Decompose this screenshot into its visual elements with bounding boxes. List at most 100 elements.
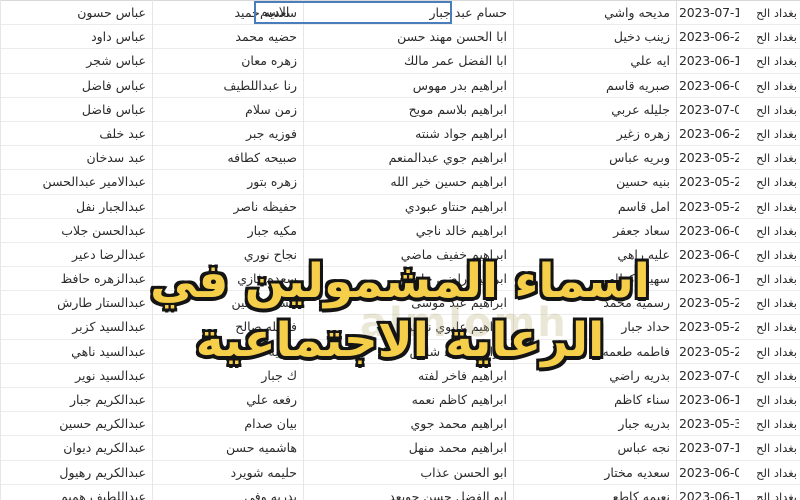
table-cell[interactable]: بغداد الح [739,146,800,171]
table-cell[interactable]: 2023-06-22 [677,122,739,147]
table-cell[interactable]: ابا الحسن مهند حسن [304,25,513,50]
column-name-main[interactable]: حسام عبد جبار ابا الحسن مهند حسن ابا الفضل… [303,0,513,500]
table-cell[interactable]: رنا عبداللطيف [153,74,303,98]
table-cell[interactable]: بغداد الح [739,388,800,413]
table-cell[interactable]: ابراهيم بدر مهوس [304,74,513,98]
table-cell[interactable]: بغداد الح [739,170,800,195]
spreadsheet-grid[interactable]: عباس حسون عباس داود عباس شجر عباس فاضل عباس … [0,0,800,500]
table-cell[interactable]: 2023-06-19 [677,388,739,413]
table-cell[interactable]: عبدالرضا دعير [1,243,152,268]
table-cell[interactable]: سعاد جعفر [514,219,676,243]
table-cell[interactable]: بدريه وفي [153,485,303,500]
table-cell[interactable]: ك جبار [153,364,303,388]
table-cell[interactable]: 2023-05-22 [677,195,739,219]
table-cell[interactable]: ابراهيم كاظم نعمه [304,388,513,413]
table-cell[interactable]: 2023-05-22 [677,340,739,364]
table-cell[interactable]: فضيله صالح [153,315,303,340]
table-cell[interactable]: عباس شجر [1,49,152,74]
column-mother-name[interactable]: اسم الام مديحه واشيزينب دخيلايه عليصبريه… [513,0,676,500]
table-cell[interactable]: بيان صدام [153,412,303,437]
table-cell[interactable]: بغداد الح [739,219,800,243]
table-cell[interactable]: عباس حسون [1,1,152,26]
table-cell[interactable]: نجاح نوري [153,243,303,268]
table-cell[interactable]: زهره بتور [153,170,303,195]
table-cell[interactable]: بغداد الح [739,195,800,219]
table-cell[interactable]: 2023-05-23 [677,291,739,316]
table-cell[interactable]: عبدالكريم رهيول [1,461,152,485]
table-cell[interactable]: زهره زغير [514,122,676,147]
table-cell[interactable]: حوليه ضهد [153,340,303,364]
table-cell[interactable]: 2023-07-12 [677,1,739,26]
table-cell[interactable]: بغداد الح [739,291,800,316]
table-cell[interactable]: فوزيه جبر [153,122,303,147]
table-cell[interactable]: عبدالستار طارش [1,291,152,316]
table-cell[interactable]: امل قاسم [514,195,676,219]
table-cell[interactable]: عبد خلف [1,122,152,147]
table-cell[interactable]: عبداللطيف هميم [1,485,152,500]
table-cell[interactable]: عبدالكريم حسين [1,412,152,437]
table-cell[interactable]: بنيه حسين [514,170,676,195]
table-cell[interactable]: 2023-06-20 [677,25,739,50]
table-cell[interactable]: عبدالزهره حافظ [1,267,152,292]
table-cell[interactable]: عباس فاضل [1,74,152,98]
table-cell[interactable]: مكيه جبار [153,219,303,243]
table-cell[interactable]: رفعه علي [153,388,303,413]
table-cell[interactable]: عبدالحسن جلاب [1,219,152,243]
table-cell[interactable]: بغداد الح [739,243,800,268]
table-cell[interactable]: بغداد الح [739,436,800,461]
table-cell[interactable]: عبد سدخان [1,146,152,171]
table-cell[interactable]: ابراهيم جواد شنته [304,122,513,147]
table-cell[interactable]: ابا الفضل عمر مالك [304,49,513,74]
table-cell[interactable]: بغداد الح [739,412,800,437]
column-department[interactable]: القسم بغداد الحبغداد الحبغداد الحبغداد ا… [739,0,800,500]
table-cell[interactable]: ابراهيم حسين خير الله [304,170,513,195]
table-cell[interactable]: عباس داود [1,25,152,50]
table-cell[interactable]: حضيه محمد [153,25,303,50]
table-cell[interactable]: عبدالسيد ناهي [1,340,152,364]
table-cell[interactable]: هاشميه حسن [153,436,303,461]
table-cell[interactable]: بدريه راضي [514,364,676,388]
table-cell[interactable]: ابو الحسن عذاب [304,461,513,485]
table-cell[interactable]: بغداد الح [739,122,800,147]
table-cell[interactable]: حليمه شويرد [153,461,303,485]
table-cell[interactable]: ابراهيم راضي جلوب [304,267,513,292]
table-cell[interactable]: ابراهيم بلاسم مويح [304,98,513,122]
table-cell[interactable]: 2023-05-25 [677,170,739,195]
table-cell[interactable]: زينب دخيل [514,25,676,50]
table-cell[interactable]: 2023-07-13 [677,436,739,461]
table-cell[interactable]: بغداد الح [739,461,800,485]
table-cell[interactable]: عبدالجبار نفل [1,195,152,219]
table-cell[interactable]: ابراهيم عبد موسى [304,291,513,316]
table-cell[interactable]: رسميه محمد [514,291,676,316]
table-cell[interactable]: وبريه عباس [514,146,676,171]
table-cell[interactable]: صبريه قاسم [514,74,676,98]
table-cell[interactable]: حداد جبار [514,315,676,340]
table-cell[interactable]: جليله عربي [514,98,676,122]
table-cell[interactable]: ابراهيم محمد جوي [304,412,513,437]
table-cell[interactable]: 2023-06-05 [677,461,739,485]
table-cell[interactable]: ابراهيم جوي عبدالمنعم [304,146,513,171]
table-cell[interactable]: بغداد الح [739,364,800,388]
table-cell[interactable]: ابراهيم حنتاو عبودي [304,195,513,219]
table-cell[interactable]: نعيمه كاطع [514,485,676,500]
table-cell[interactable]: بغداد الح [739,25,800,50]
table-cell[interactable]: ابراهيم فاخر لفته [304,364,513,388]
table-cell[interactable]: ابراهيم عواد شلش [304,340,513,364]
table-cell[interactable]: بغداد الح [739,340,800,364]
table-cell[interactable]: ايه علي [514,49,676,74]
table-cell[interactable]: زمن سلام [153,98,303,122]
table-cell[interactable]: عبدالامير عبدالحسن [1,170,152,195]
table-cell[interactable]: صبيحه كطافه [153,146,303,171]
table-cell[interactable]: نجه عباس [514,436,676,461]
table-cell[interactable]: عليه راهي [514,243,676,268]
table-cell[interactable]: 2023-06-05 [677,219,739,243]
table-cell[interactable]: سعديه مختار [514,461,676,485]
table-cell[interactable]: بغداد الح [739,49,800,74]
table-cell[interactable]: عباس فاضل [1,98,152,122]
table-cell[interactable]: 2023-05-22 [677,146,739,171]
selected-cell-label[interactable]: الاسم [254,1,452,24]
table-cell[interactable]: بغداد الح [739,74,800,98]
table-cell[interactable]: سهيله كظامي [514,267,676,292]
table-cell[interactable]: سعده غازي [153,267,303,292]
table-cell[interactable]: عبدالكريم ديوان [1,436,152,461]
